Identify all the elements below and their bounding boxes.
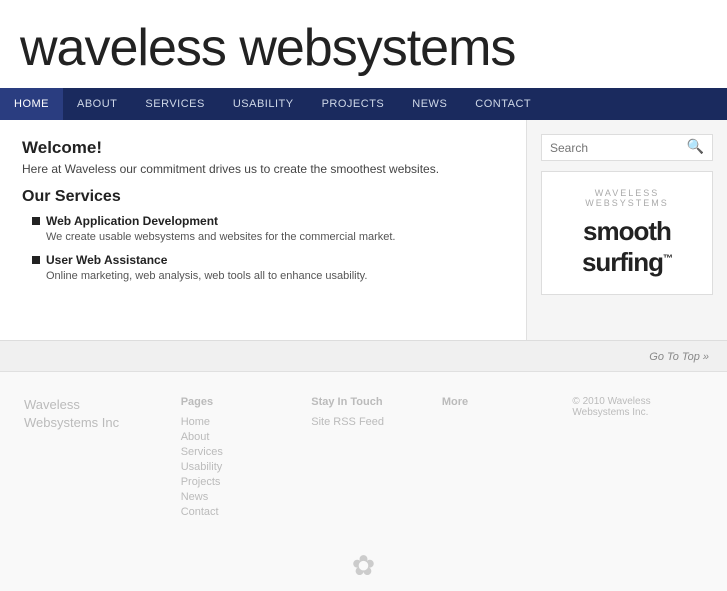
brand-box-title: WAVELESS WEBSYSTEMS <box>554 188 700 208</box>
nav-item-home[interactable]: HOME <box>0 88 63 120</box>
footer-page-link[interactable]: Services <box>181 446 312 458</box>
footer-pages-links: Home About Services Usability Projects News Co… <box>181 416 312 518</box>
service-name: User Web Assistance <box>46 253 167 267</box>
brand-box-slogan: smooth surfing™ <box>554 216 700 278</box>
footer-touch-title: Stay In Touch <box>311 396 442 408</box>
footer-pages-title: Pages <box>181 396 312 408</box>
footer-page-link[interactable]: Home <box>181 416 312 428</box>
footer: WavelessWebsystems Inc Pages Home About Se… <box>0 371 727 537</box>
sidebar: 🔍 WAVELESS WEBSYSTEMS smooth surfing™ <box>527 120 727 340</box>
nav-item-services[interactable]: SERVICES <box>131 88 218 120</box>
service-name: Web Application Development <box>46 214 218 228</box>
nav-item-projects[interactable]: PROJECTS <box>308 88 399 120</box>
services-title: Our Services <box>22 188 504 206</box>
brand-box: WAVELESS WEBSYSTEMS smooth surfing™ <box>541 171 713 295</box>
footer-more-title: More <box>442 396 573 408</box>
navbar: HOMEABOUTSERVICESUSABILITYPROJECTSNEWSCO… <box>0 88 727 120</box>
footer-more: More <box>442 396 573 521</box>
nav-item-news[interactable]: NEWS <box>398 88 461 120</box>
service-item: User Web Assistance Online marketing, we… <box>22 253 504 282</box>
footer-page-link[interactable]: Contact <box>181 506 312 518</box>
footer-brand: WavelessWebsystems Inc <box>24 396 181 521</box>
search-input[interactable] <box>550 141 683 155</box>
service-item: Web Application Development We create us… <box>22 214 504 243</box>
services-list: Web Application Development We create us… <box>22 214 504 282</box>
footer-touch: Stay In Touch Site RSS Feed <box>311 396 442 521</box>
flower-icon: ✿ <box>352 551 375 582</box>
nav-item-usability[interactable]: USABILITY <box>219 88 308 120</box>
goto-top-link[interactable]: Go To Top » <box>649 351 709 363</box>
content-area: Welcome! Here at Waveless our commitment… <box>0 120 527 340</box>
service-desc: We create usable websystems and websites… <box>46 231 504 243</box>
nav-item-about[interactable]: ABOUT <box>63 88 131 120</box>
footer-touch-link[interactable]: Site RSS Feed <box>311 416 442 428</box>
footer-page-link[interactable]: Projects <box>181 476 312 488</box>
search-box[interactable]: 🔍 <box>541 134 713 161</box>
footer-page-link[interactable]: Usability <box>181 461 312 473</box>
logo-text: waveless websystems <box>20 19 515 77</box>
welcome-text: Here at Waveless our commitment drives u… <box>22 162 504 176</box>
footer-copyright: © 2010 Waveless Websystems Inc. <box>572 396 703 418</box>
logo-area: waveless websystems <box>0 0 727 88</box>
service-desc: Online marketing, web analysis, web tool… <box>46 270 504 282</box>
main-wrapper: Welcome! Here at Waveless our commitment… <box>0 120 727 340</box>
footer-pages: Pages Home About Services Usability Projects… <box>181 396 312 521</box>
footer-page-link[interactable]: News <box>181 491 312 503</box>
goto-top-bar: Go To Top » <box>0 340 727 371</box>
bullet-icon <box>32 217 40 225</box>
footer-brand-name: WavelessWebsystems Inc <box>24 396 181 432</box>
flower-decoration: ✿ <box>0 537 727 591</box>
footer-copy-col: © 2010 Waveless Websystems Inc. <box>572 396 703 521</box>
welcome-title: Welcome! <box>22 138 504 158</box>
bullet-icon <box>32 256 40 264</box>
nav-item-contact[interactable]: CONTACT <box>461 88 545 120</box>
footer-page-link[interactable]: About <box>181 431 312 443</box>
footer-touch-links: Site RSS Feed <box>311 416 442 428</box>
search-icon: 🔍 <box>687 139 704 156</box>
